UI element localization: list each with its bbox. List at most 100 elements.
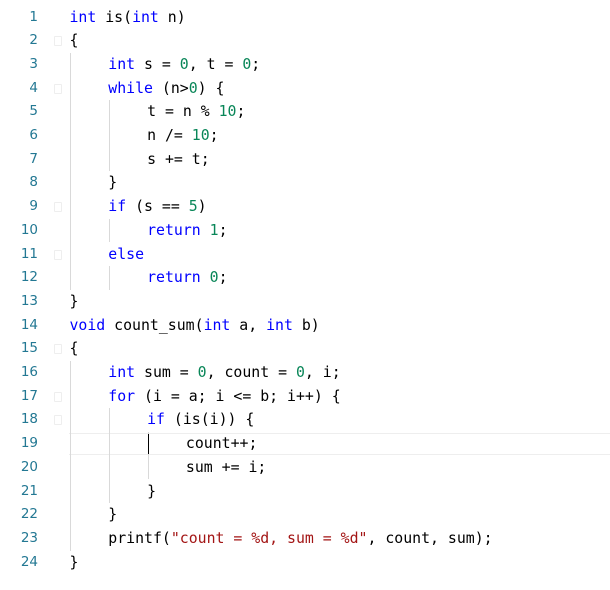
code-line[interactable]: 7 s += t; <box>0 148 610 172</box>
keyword-token: int <box>108 363 136 381</box>
keyword-token: if <box>147 410 165 429</box>
fold-toggle-icon[interactable] <box>50 29 62 53</box>
keyword-token: return <box>147 268 201 287</box>
line-number: 15 <box>20 340 38 357</box>
code-text: void count_sum(int a, int b) <box>70 314 320 338</box>
code-line[interactable]: 6 n /= 10; <box>0 124 610 148</box>
text-token: a, <box>230 315 267 334</box>
code-text: else <box>108 243 144 267</box>
code-text: n /= 10; <box>147 124 219 148</box>
line-number: 12 <box>20 269 38 286</box>
code-line[interactable]: 8} <box>0 171 610 195</box>
fold-toggle-icon[interactable] <box>50 408 62 432</box>
code-line[interactable]: 13} <box>0 290 610 314</box>
code-line[interactable]: 19 count++; <box>0 432 610 456</box>
number-token: 10 <box>218 102 237 121</box>
code-line[interactable]: 3 int s = 0, t = 0; <box>0 53 610 77</box>
code-line[interactable]: 2{ <box>0 29 610 53</box>
line-number: 7 <box>29 150 38 167</box>
code-text: while (n>0) { <box>108 77 224 101</box>
number-token: 0 <box>242 54 252 73</box>
text-token: sum += i; <box>185 457 267 476</box>
text-token: n) <box>158 7 186 26</box>
text-token: ; <box>251 54 261 73</box>
indent-guide <box>70 52 71 290</box>
line-number: 19 <box>20 435 38 452</box>
code-text: count++; <box>186 432 258 456</box>
text-token: , t = <box>188 54 243 73</box>
line-number: 6 <box>29 127 38 143</box>
code-line[interactable]: 11 else <box>0 243 610 267</box>
text-token: } <box>147 481 157 500</box>
line-number: 20 <box>20 458 38 475</box>
indent-guide <box>109 266 110 290</box>
text-token: count++; <box>185 434 258 453</box>
text-token: ; <box>209 126 219 144</box>
fold-toggle-icon[interactable] <box>50 77 62 101</box>
text-token: sum = <box>135 363 198 381</box>
keyword-token: int <box>69 7 97 26</box>
number-token: 5 <box>188 197 198 216</box>
line-number: 11 <box>20 245 38 262</box>
fold-toggle-icon[interactable] <box>50 195 62 219</box>
fold-toggle-icon[interactable] <box>50 385 62 409</box>
code-text: int sum = 0, count = 0, i; <box>108 361 340 385</box>
code-line[interactable]: 16 int sum = 0, count = 0, i; <box>0 361 610 385</box>
text-token: { <box>69 31 79 50</box>
text-token: is( <box>96 7 133 26</box>
code-editor[interactable]: 1 int is(int n) 2{3 int s = 0, t = 0; 4 while… <box>0 0 610 590</box>
keyword-token: return <box>147 220 201 239</box>
code-line[interactable]: 14 void count_sum(int a, int b) <box>0 314 610 338</box>
code-line[interactable]: 20 sum += i; <box>0 456 610 480</box>
code-line[interactable]: 4 while (n>0) { <box>0 77 610 101</box>
code-text: s += t; <box>147 148 210 172</box>
code-line[interactable]: 17 for (i = a; i <= b; i++) { <box>0 385 610 409</box>
line-number: 3 <box>29 55 38 72</box>
code-line[interactable]: 18 if (is(i)) { <box>0 408 610 432</box>
code-line[interactable]: 22} <box>0 503 610 527</box>
code-text: { <box>70 29 79 53</box>
code-line[interactable]: 5 t = n % 10; <box>0 100 610 124</box>
code-text: return 1; <box>147 219 227 243</box>
text-token: ; <box>218 268 228 287</box>
text-token: ) <box>197 197 207 216</box>
text-token: t = n % <box>147 102 219 121</box>
line-number: 5 <box>29 103 38 120</box>
keyword-token: int <box>108 54 136 73</box>
code-line[interactable]: 12 return 0; <box>0 266 610 290</box>
text-token: ; <box>218 220 228 239</box>
text-token: , count = <box>206 363 296 381</box>
text-token: count_sum( <box>105 315 204 334</box>
code-line[interactable]: 1 int is(int n) <box>0 6 610 30</box>
line-number: 9 <box>29 198 38 215</box>
number-token: 0 <box>197 363 207 381</box>
text-token: n /= <box>147 126 192 144</box>
keyword-token: while <box>108 78 153 97</box>
code-line[interactable]: 23 printf("count = %d, sum = %d", count, … <box>0 527 610 551</box>
line-number: 13 <box>20 292 38 309</box>
number-token: 0 <box>188 78 198 97</box>
code-text: t = n % 10; <box>147 100 245 124</box>
code-line[interactable]: 21} <box>0 480 610 504</box>
line-number: 24 <box>20 553 38 570</box>
code-line[interactable]: 9 if (s == 5) <box>0 195 610 219</box>
indent-guide <box>70 361 71 551</box>
text-token: , count, sum); <box>367 528 493 547</box>
line-number: 17 <box>20 387 38 404</box>
code-line[interactable]: 10 return 1; <box>0 219 610 243</box>
code-line[interactable]: 24} <box>0 551 610 575</box>
keyword-token: for <box>108 386 136 405</box>
fold-toggle-icon[interactable] <box>50 337 62 361</box>
code-text: if (is(i)) { <box>147 408 254 432</box>
keyword-token: int <box>132 7 159 26</box>
line-number: 23 <box>20 529 38 546</box>
code-line[interactable]: 15 { <box>0 337 610 361</box>
fold-toggle-icon[interactable] <box>50 243 62 267</box>
text-token: s += t; <box>147 149 210 168</box>
line-number: 21 <box>20 482 38 499</box>
line-number: 16 <box>20 364 38 380</box>
indent-guide <box>109 408 110 504</box>
keyword-token: if <box>108 197 127 216</box>
number-token: 0 <box>295 363 305 381</box>
